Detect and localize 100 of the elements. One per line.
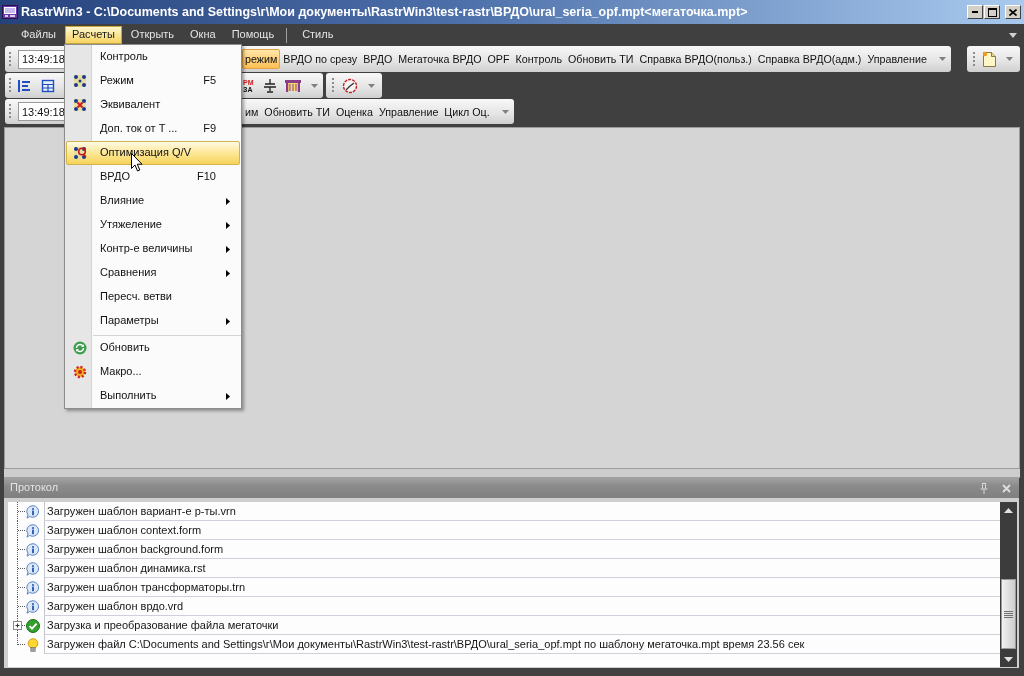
log-message: Загрузка и преобразование файла мегаточки <box>44 616 1000 635</box>
close-button[interactable] <box>1005 5 1021 19</box>
menu-item[interactable]: Стиль <box>295 26 341 44</box>
menu-item[interactable]: Контр-е величины <box>66 237 240 261</box>
menu-item[interactable]: ВРДО F10 <box>66 165 240 189</box>
menu-item[interactable]: Выполнить <box>66 384 240 408</box>
caret-icon[interactable] <box>311 83 318 88</box>
table-icon[interactable] <box>41 78 55 93</box>
info-icon <box>26 504 40 519</box>
refresh-icon <box>72 341 87 355</box>
up-arrow-icon <box>1004 507 1013 513</box>
toolbar-button[interactable]: режим <box>242 49 281 69</box>
menu-item[interactable]: Помощь <box>224 26 282 44</box>
vertical-scrollbar[interactable] <box>1000 502 1017 667</box>
pin-icon[interactable] <box>980 482 988 494</box>
menu-item[interactable]: Обновить <box>66 336 240 360</box>
log-message: Загружен шаблон вариант-е р-ты.vrn <box>44 502 1000 521</box>
expand-toggle-icon[interactable] <box>13 621 22 630</box>
caret-icon[interactable] <box>1006 57 1013 61</box>
minimize-icon <box>972 11 978 13</box>
menu-item[interactable]: Режим F5 <box>66 69 240 93</box>
minimize-button[interactable] <box>967 5 983 19</box>
shortcut-label: F5 <box>203 74 216 88</box>
menu-item[interactable]: Открыть <box>123 26 182 44</box>
caret-icon[interactable] <box>1009 32 1017 38</box>
maximize-button[interactable] <box>984 5 1000 19</box>
menu-item[interactable]: Макро... <box>66 360 240 384</box>
frame-icon[interactable] <box>284 78 302 93</box>
node-grid-ring-icon <box>72 146 87 160</box>
submenu-arrow-icon <box>225 317 230 325</box>
toolbar-button[interactable]: OPF <box>484 49 513 69</box>
submenu-arrow-icon <box>225 245 230 253</box>
grip-handle[interactable] <box>331 77 335 94</box>
menu-item[interactable]: Файлы <box>14 26 63 44</box>
panel-title: Протокол <box>10 481 59 495</box>
list-icon[interactable] <box>17 78 31 93</box>
log-message: Загружен шаблон динамика.rst <box>44 559 1000 578</box>
node-grid-icon <box>72 74 87 88</box>
time-combo-field[interactable]: 13:49:18 <box>18 49 64 69</box>
toolbar-button[interactable]: Контроль <box>512 49 565 69</box>
toolbar-button[interactable]: ВРДО по срезу <box>280 49 361 69</box>
menu-item[interactable]: Доп. ток от T ... F9 <box>66 117 240 141</box>
shortcut-label: F10 <box>197 170 216 184</box>
maximize-icon <box>987 7 997 17</box>
toolbar-button[interactable]: Цикл Оц. <box>441 101 493 122</box>
toolbar-button[interactable]: Оценка <box>332 101 376 122</box>
menu-item[interactable]: Эквивалент <box>66 93 240 117</box>
log-message: Загружен шаблон context.form <box>44 521 1000 540</box>
info-icon <box>26 523 40 538</box>
scroll-thumb[interactable] <box>1001 579 1016 649</box>
menu-item[interactable]: Расчеты <box>64 26 122 44</box>
menu-item[interactable]: Окна <box>183 26 223 44</box>
lightbulb-icon <box>26 637 40 652</box>
info-icon <box>26 542 40 557</box>
menu-item[interactable]: Параметры <box>66 309 240 333</box>
app-icon <box>2 5 18 19</box>
grip-handle[interactable] <box>8 50 12 68</box>
menu-item[interactable]: Пересч. ветви <box>66 285 240 309</box>
check-circle-icon <box>26 618 40 633</box>
document-icon[interactable] <box>982 51 997 67</box>
menu-item[interactable]: Утяжеление <box>66 213 240 237</box>
log-message: Загружен шаблон врдо.vrd <box>44 597 1000 616</box>
toolbar-button[interactable]: Справка ВРДО(польз.) <box>636 49 755 69</box>
toolbar-button[interactable]: им <box>242 101 262 122</box>
submenu-arrow-icon <box>225 269 230 277</box>
gear-icon <box>72 365 87 379</box>
submenu-arrow-icon <box>225 221 230 229</box>
toolbar-button[interactable]: ВРДО <box>360 49 396 69</box>
menu-item[interactable]: Оптимизация Q/V <box>66 141 240 165</box>
info-icon <box>26 599 40 614</box>
toolbar-button[interactable]: Управление <box>864 49 930 69</box>
capacitor-symbol-icon[interactable] <box>263 78 277 93</box>
toolbar-button[interactable]: Обновить ТИ <box>261 101 333 122</box>
window-title: RastrWin3 - C:\Documents and Settings\г\Мои документы\RastrWin3\test-rastr\ВРДО\ural_seria_opf.mpt<мегаточка.mpt> <box>21 4 748 20</box>
caret-icon[interactable] <box>368 83 375 88</box>
menu-item[interactable]: Влияние <box>66 189 240 213</box>
submenu-arrow-icon <box>225 392 230 400</box>
grip-handle[interactable] <box>972 50 976 68</box>
log-message: Загружен шаблон background.form <box>44 540 1000 559</box>
grip-handle[interactable] <box>8 103 12 120</box>
info-icon <box>26 561 40 576</box>
grip-lines-icon <box>1004 610 1013 618</box>
grip-handle[interactable] <box>8 77 12 94</box>
toolbar-button[interactable]: Обновить ТИ <box>564 49 637 69</box>
submenu-arrow-icon <box>225 197 230 205</box>
menu-item[interactable]: Сравнения <box>66 261 240 285</box>
time-combo-field[interactable]: 13:49:18 <box>18 102 64 121</box>
toolbar-button[interactable]: Управление <box>375 101 442 122</box>
log-message: Загружен шаблон трансформаторы.trn <box>44 578 1000 597</box>
toolbar-button[interactable]: Справка ВРДО(адм.) <box>754 49 865 69</box>
down-arrow-icon <box>1004 656 1013 662</box>
caret-icon[interactable] <box>501 109 509 114</box>
clock-icon[interactable] <box>341 77 359 94</box>
toolbar-button[interactable]: Мегаточка ВРДО <box>395 49 485 69</box>
caret-icon[interactable] <box>938 57 946 61</box>
node-grid-cross-icon <box>72 98 87 112</box>
info-icon <box>26 580 40 595</box>
close-icon[interactable] <box>1002 483 1011 493</box>
shortcut-label: F9 <box>203 122 216 136</box>
menu-item[interactable]: Контроль <box>66 45 240 69</box>
